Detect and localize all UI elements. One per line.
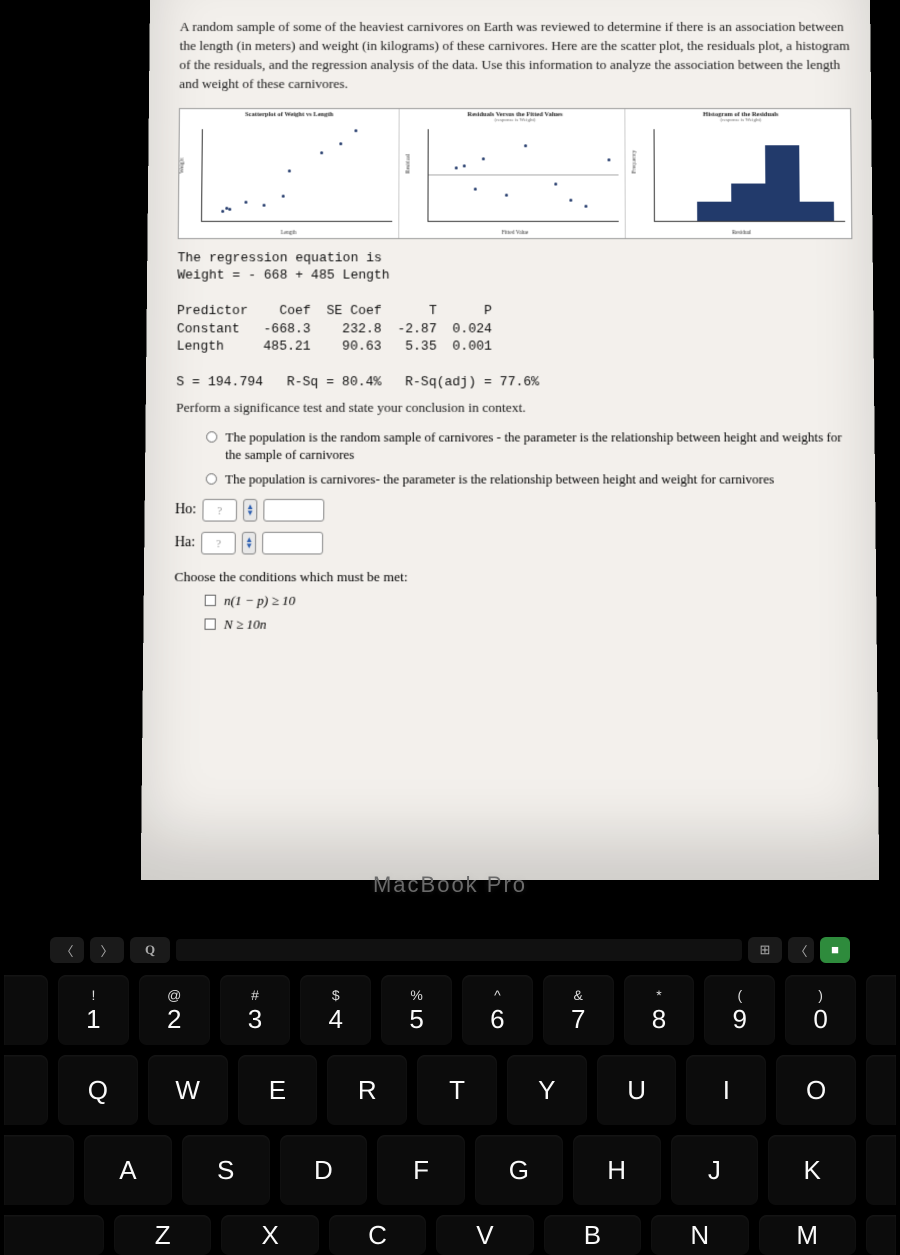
key-E[interactable]: E bbox=[238, 1055, 318, 1125]
key-edge-left[interactable] bbox=[4, 1215, 104, 1255]
key-3[interactable]: #3 bbox=[220, 975, 291, 1045]
ha-label: Ha: bbox=[175, 534, 196, 550]
key-S[interactable]: S bbox=[182, 1135, 270, 1205]
radio-icon[interactable] bbox=[206, 473, 217, 484]
key-edge-left[interactable] bbox=[4, 1135, 74, 1205]
h0-input[interactable] bbox=[263, 499, 324, 522]
key-0[interactable]: )0 bbox=[785, 975, 856, 1045]
option-1-text: The population is the random sample of c… bbox=[225, 428, 854, 464]
scatter-body bbox=[201, 129, 393, 222]
radio-icon[interactable] bbox=[206, 431, 217, 442]
touchbar-url-area[interactable] bbox=[176, 939, 742, 961]
key-1[interactable]: !1 bbox=[58, 975, 129, 1045]
key-edge-right[interactable] bbox=[866, 975, 896, 1045]
key-A[interactable]: A bbox=[84, 1135, 172, 1205]
option-2[interactable]: The population is carnivores- the parame… bbox=[206, 470, 855, 488]
worksheet-page: A random sample of some of the heaviest … bbox=[141, 0, 879, 880]
key-7[interactable]: &7 bbox=[543, 975, 614, 1045]
residual-plot: Residuals Versus the Fitted Values (resp… bbox=[405, 109, 626, 238]
intro-text: A random sample of some of the heaviest … bbox=[179, 18, 851, 94]
ha-input[interactable] bbox=[262, 531, 323, 554]
conditions-heading: Choose the conditions which must be met: bbox=[174, 568, 855, 585]
condition-1-text: n(1 − p) ≥ 10 bbox=[224, 591, 295, 609]
condition-2[interactable]: N ≥ 10n bbox=[204, 615, 856, 633]
key-edge-right[interactable] bbox=[866, 1055, 896, 1125]
option-1[interactable]: The population is the random sample of c… bbox=[206, 428, 855, 464]
key-2[interactable]: @2 bbox=[139, 975, 210, 1045]
h0-label: Ho: bbox=[175, 502, 196, 518]
checkbox-icon[interactable] bbox=[205, 594, 216, 605]
key-edge-left[interactable] bbox=[4, 1055, 48, 1125]
key-8[interactable]: *8 bbox=[624, 975, 695, 1045]
key-D[interactable]: D bbox=[280, 1135, 368, 1205]
key-edge-left[interactable] bbox=[4, 975, 48, 1045]
touchbar-forward[interactable]: 〉 bbox=[90, 937, 124, 963]
hist-body bbox=[654, 129, 846, 222]
condition-1[interactable]: n(1 − p) ≥ 10 bbox=[205, 591, 856, 609]
residual-body bbox=[427, 129, 618, 222]
touchbar-video-icon[interactable]: ■ bbox=[820, 937, 850, 963]
touchbar-search-icon[interactable]: Q bbox=[130, 937, 170, 963]
regression-output: The regression equation is Weight = - 66… bbox=[176, 249, 854, 392]
plots-panel: Scatterplot of Weight vs Length Weight L… bbox=[178, 108, 853, 239]
key-9[interactable]: (9 bbox=[704, 975, 775, 1045]
key-edge-right[interactable] bbox=[866, 1215, 896, 1255]
option-2-text: The population is carnivores- the parame… bbox=[225, 470, 774, 488]
key-Z[interactable]: Z bbox=[114, 1215, 211, 1255]
touchbar-newtab-icon[interactable]: ⊞ bbox=[748, 937, 782, 963]
scatter-plot: Scatterplot of Weight vs Length Weight L… bbox=[179, 109, 400, 238]
key-C[interactable]: C bbox=[329, 1215, 426, 1255]
key-edge-right[interactable] bbox=[866, 1135, 896, 1205]
ha-row: Ha: ? ▲▼ bbox=[175, 531, 856, 554]
h0-select-arrow[interactable]: ▲▼ bbox=[243, 499, 257, 522]
key-Y[interactable]: Y bbox=[507, 1055, 587, 1125]
checkbox-icon[interactable] bbox=[204, 619, 215, 630]
key-O[interactable]: O bbox=[776, 1055, 856, 1125]
key-4[interactable]: $4 bbox=[300, 975, 371, 1045]
key-T[interactable]: T bbox=[417, 1055, 497, 1125]
h0-select[interactable]: ? bbox=[202, 499, 237, 522]
ha-select-arrow[interactable]: ▲▼ bbox=[242, 531, 256, 554]
question-prompt: Perform a significance test and state yo… bbox=[176, 400, 854, 416]
key-N[interactable]: N bbox=[651, 1215, 748, 1255]
key-R[interactable]: R bbox=[327, 1055, 407, 1125]
key-K[interactable]: K bbox=[768, 1135, 856, 1205]
h0-row: Ho: ? ▲▼ bbox=[175, 499, 855, 522]
ha-select[interactable]: ? bbox=[201, 531, 236, 554]
key-F[interactable]: F bbox=[377, 1135, 465, 1205]
touchbar-chevron-icon[interactable]: 〈 bbox=[788, 937, 814, 963]
histogram-plot: Histogram of the Residuals (response is … bbox=[631, 109, 851, 238]
touch-bar: 〈 〉 Q ⊞ 〈 ■ bbox=[40, 935, 860, 965]
key-V[interactable]: V bbox=[436, 1215, 533, 1255]
key-B[interactable]: B bbox=[544, 1215, 641, 1255]
key-5[interactable]: %5 bbox=[381, 975, 452, 1045]
key-Q[interactable]: Q bbox=[58, 1055, 138, 1125]
key-H[interactable]: H bbox=[573, 1135, 661, 1205]
key-W[interactable]: W bbox=[148, 1055, 228, 1125]
key-I[interactable]: I bbox=[686, 1055, 766, 1125]
key-M[interactable]: M bbox=[759, 1215, 856, 1255]
key-U[interactable]: U bbox=[597, 1055, 677, 1125]
touchbar-back[interactable]: 〈 bbox=[50, 937, 84, 963]
key-6[interactable]: ^6 bbox=[462, 975, 533, 1045]
key-X[interactable]: X bbox=[221, 1215, 318, 1255]
macbook-label: MacBook Pro bbox=[0, 872, 900, 898]
condition-2-text: N ≥ 10n bbox=[224, 615, 267, 633]
key-J[interactable]: J bbox=[671, 1135, 759, 1205]
key-G[interactable]: G bbox=[475, 1135, 563, 1205]
keyboard: !1@2#3$4%5^6&7*8(9)0 QWERTYUIO ASDFGHJK … bbox=[0, 975, 900, 1255]
